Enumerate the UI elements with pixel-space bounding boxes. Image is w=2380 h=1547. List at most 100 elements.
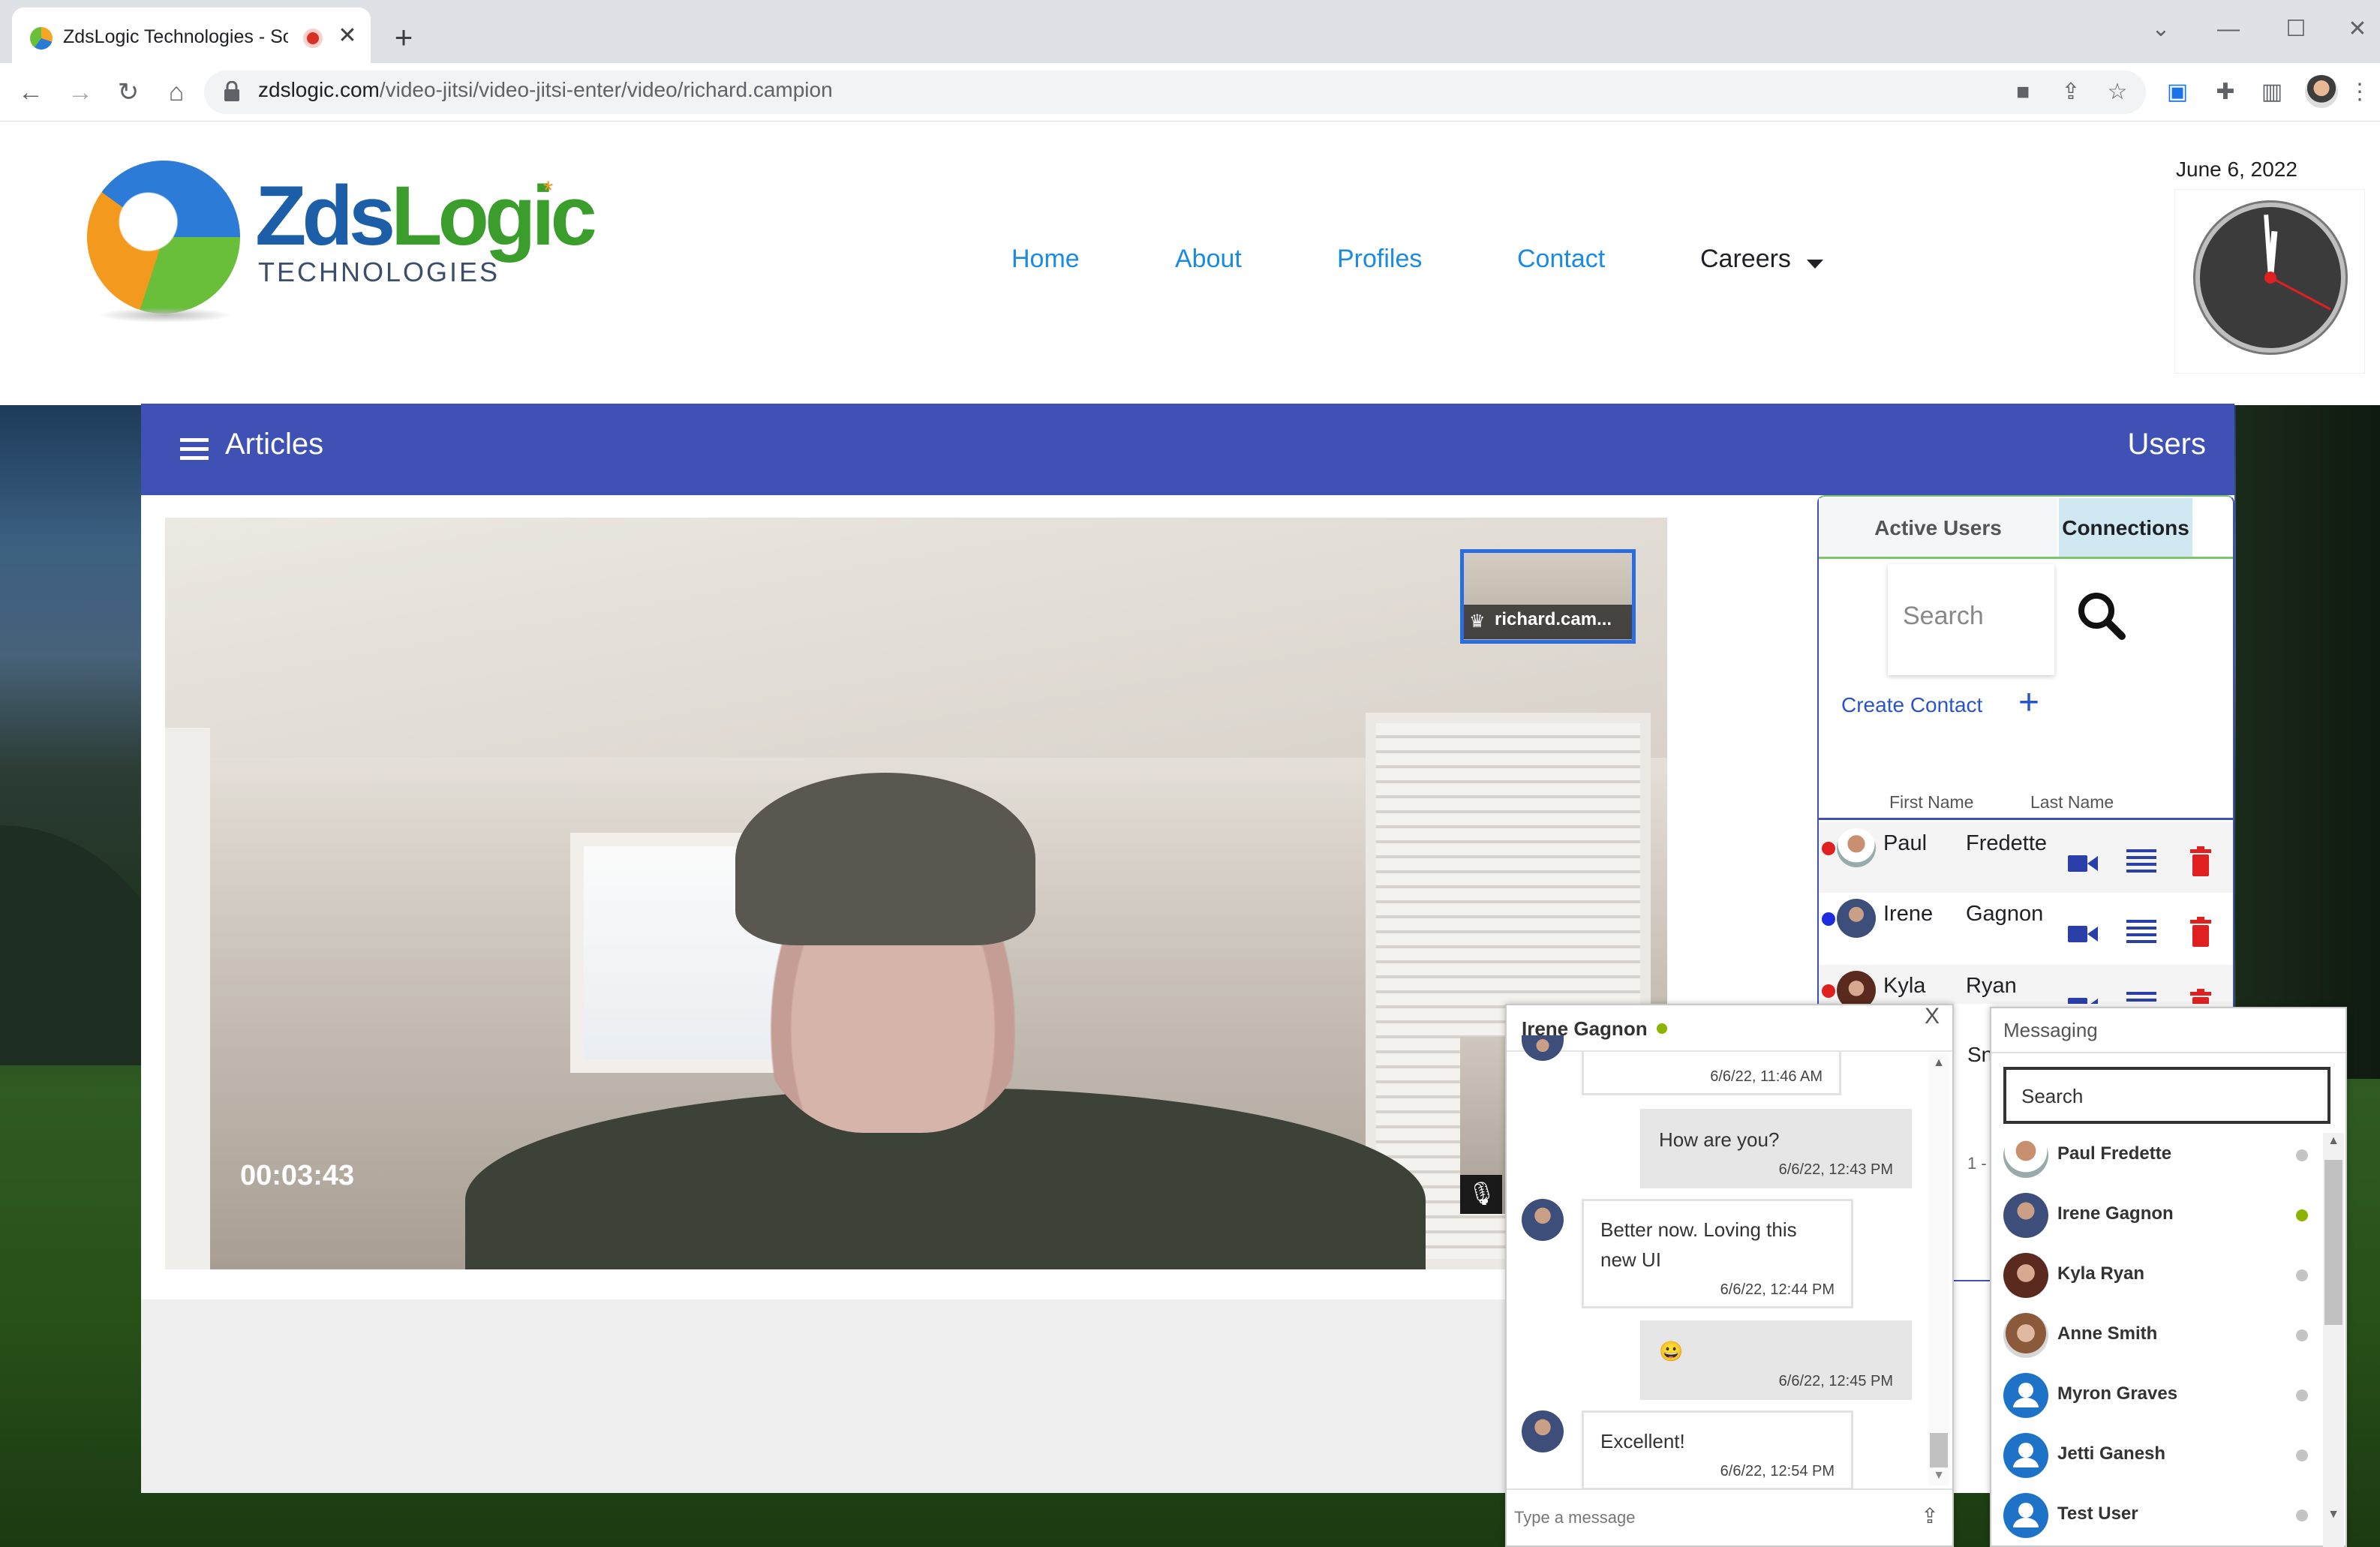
- messaging-title: Messaging: [2003, 1019, 2098, 1041]
- reload-icon[interactable]: ↻: [111, 75, 146, 110]
- nav-profiles[interactable]: Profiles: [1337, 245, 1472, 278]
- contact-item[interactable]: Anne Smith: [2003, 1308, 2318, 1368]
- user-last-name: Gagnon: [1966, 902, 2044, 926]
- status-dot: [1822, 984, 1835, 998]
- kebab-icon[interactable]: ⋮: [2348, 75, 2371, 110]
- status-dot: [1822, 842, 1835, 855]
- sidepanel-icon[interactable]: ▥: [2255, 75, 2288, 110]
- call-timer: 00:03:43: [240, 1160, 355, 1191]
- scroll-up-icon[interactable]: ▲: [2324, 1134, 2342, 1149]
- contact-item[interactable]: Kyla Ryan: [2003, 1248, 2318, 1308]
- lock-icon: [224, 81, 239, 101]
- list-icon[interactable]: [2126, 849, 2156, 876]
- contact-item[interactable]: Paul Fredette: [2003, 1128, 2318, 1188]
- status-dot: [1822, 912, 1835, 926]
- delete-icon[interactable]: [2188, 989, 2213, 1004]
- delete-icon[interactable]: [2188, 917, 2213, 947]
- share-icon[interactable]: ⇪: [2054, 75, 2087, 110]
- create-contact-link[interactable]: Create Contact: [1841, 693, 2006, 720]
- avatar: [2003, 1253, 2048, 1298]
- url-text[interactable]: zdslogic.com/video-jitsi/video-jitsi-ent…: [258, 78, 1309, 107]
- search-icon[interactable]: [2074, 588, 2128, 642]
- url-path: /video-jitsi/video-jitsi-enter/video/ric…: [379, 78, 833, 101]
- close-window-icon[interactable]: ✕: [2335, 11, 2380, 48]
- nav-careers[interactable]: Careers: [1700, 245, 1805, 278]
- messaging-divider: [1991, 1052, 2345, 1053]
- col-header-last-name: Last Name: [2030, 792, 2114, 812]
- avatar: [1837, 971, 1876, 1004]
- maximize-icon[interactable]: ☐: [2273, 11, 2318, 48]
- new-tab-button[interactable]: +: [386, 20, 422, 56]
- url-host: zdslogic.com: [258, 78, 380, 101]
- minimize-icon[interactable]: —: [2206, 11, 2251, 48]
- back-icon[interactable]: ←: [14, 75, 48, 110]
- chat-message-out: How are you? 6/6/22, 12:43 PM: [1640, 1109, 1912, 1188]
- message-emoji: 😀: [1659, 1340, 1684, 1362]
- video-conference[interactable]: 00:03:43: [165, 518, 1667, 1269]
- header-divider: [1819, 818, 2233, 820]
- col-header-first-name: First Name: [1889, 792, 1974, 812]
- contact-item[interactable]: Jetti Ganesh: [2003, 1428, 2318, 1488]
- messaging-scroll-thumb[interactable]: [2324, 1160, 2342, 1325]
- list-icon[interactable]: [2126, 992, 2156, 1004]
- nav-about[interactable]: About: [1175, 245, 1265, 278]
- message-time: 6/6/22, 12:45 PM: [1778, 1373, 1893, 1389]
- home-icon[interactable]: ⌂: [159, 75, 194, 110]
- list-icon[interactable]: [2126, 920, 2156, 947]
- presence-dot: [2296, 1389, 2308, 1401]
- video-person-cap: [735, 773, 1035, 945]
- user-row[interactable]: Paul Fredette: [1819, 822, 2233, 893]
- user-placeholder-icon: [2003, 1493, 2048, 1538]
- nav-contact[interactable]: Contact: [1517, 245, 1637, 278]
- upload-icon[interactable]: ⇪: [1916, 1503, 1943, 1533]
- extension-icon[interactable]: ▣: [2161, 75, 2194, 110]
- message-text: Better now. Loving this new UI: [1600, 1218, 1797, 1271]
- mic-muted-icon: 🎙: [1468, 1182, 1497, 1206]
- clock-center-pin: [2264, 272, 2276, 284]
- plus-icon[interactable]: +: [2018, 684, 2048, 722]
- scroll-down-icon[interactable]: ▼: [2324, 1508, 2342, 1523]
- articles-title[interactable]: Articles: [225, 428, 450, 467]
- chat-close-button[interactable]: X: [1921, 1004, 1943, 1031]
- star-icon[interactable]: ☆: [2101, 75, 2134, 110]
- video-call-icon[interactable]: [2068, 923, 2098, 945]
- scroll-down-icon[interactable]: ▼: [1931, 1469, 1946, 1482]
- hamburger-menu-icon[interactable]: [180, 438, 209, 461]
- camera-icon[interactable]: ■: [2006, 75, 2039, 110]
- scroll-up-icon[interactable]: ▲: [1931, 1056, 1946, 1070]
- moderator-crown-icon: ♛: [1469, 611, 1486, 632]
- user-row[interactable]: Kyla Ryan: [1819, 965, 2233, 1004]
- tab-close-icon[interactable]: ✕: [335, 23, 360, 53]
- contact-item[interactable]: Irene Gagnon: [2003, 1188, 2318, 1248]
- forward-icon[interactable]: →: [63, 75, 98, 110]
- clock-date: June 6, 2022: [2176, 158, 2297, 181]
- nav-home[interactable]: Home: [1011, 245, 1131, 278]
- chat-message-input[interactable]: Type a message: [1514, 1508, 1739, 1530]
- contact-name: Paul Fredette: [2057, 1143, 2172, 1164]
- profile-avatar[interactable]: [2305, 75, 2338, 108]
- users-title[interactable]: Users: [2093, 428, 2206, 467]
- contact-item[interactable]: Myron Graves: [2003, 1368, 2318, 1428]
- participant-name: richard.cam...: [1495, 609, 1612, 629]
- message-text: How are you?: [1659, 1128, 1780, 1151]
- tab-connections[interactable]: Connections: [2059, 498, 2192, 557]
- caret-down-icon[interactable]: [1807, 260, 1823, 269]
- tab-active-users[interactable]: Active Users: [1819, 498, 2057, 557]
- message-text: Excellent!: [1600, 1430, 1685, 1452]
- contact-item[interactable]: Test User: [2003, 1488, 2318, 1547]
- chat-scrollbar[interactable]: [1928, 1053, 1949, 1485]
- video-wall: [165, 728, 210, 1269]
- puzzle-icon[interactable]: ✚: [2209, 75, 2242, 110]
- logo-icon[interactable]: [87, 161, 240, 314]
- tab-title: ZdsLogic Technologies - Soft: [63, 26, 288, 47]
- messaging-search-placeholder: Search: [2021, 1085, 2084, 1107]
- video-call-icon[interactable]: [2068, 852, 2098, 875]
- message-time: 6/6/22, 12:54 PM: [1720, 1463, 1835, 1479]
- user-row[interactable]: Irene Gagnon: [1819, 893, 2233, 963]
- video-call-icon[interactable]: [2068, 995, 2098, 1004]
- user-last-name: Ryan: [1966, 974, 2017, 998]
- tab-search-icon[interactable]: ⌄: [2138, 11, 2183, 48]
- chat-scroll-thumb[interactable]: [1930, 1433, 1948, 1467]
- delete-icon[interactable]: [2188, 846, 2213, 876]
- logo-wordmark[interactable]: ZdsLogic: [255, 171, 615, 261]
